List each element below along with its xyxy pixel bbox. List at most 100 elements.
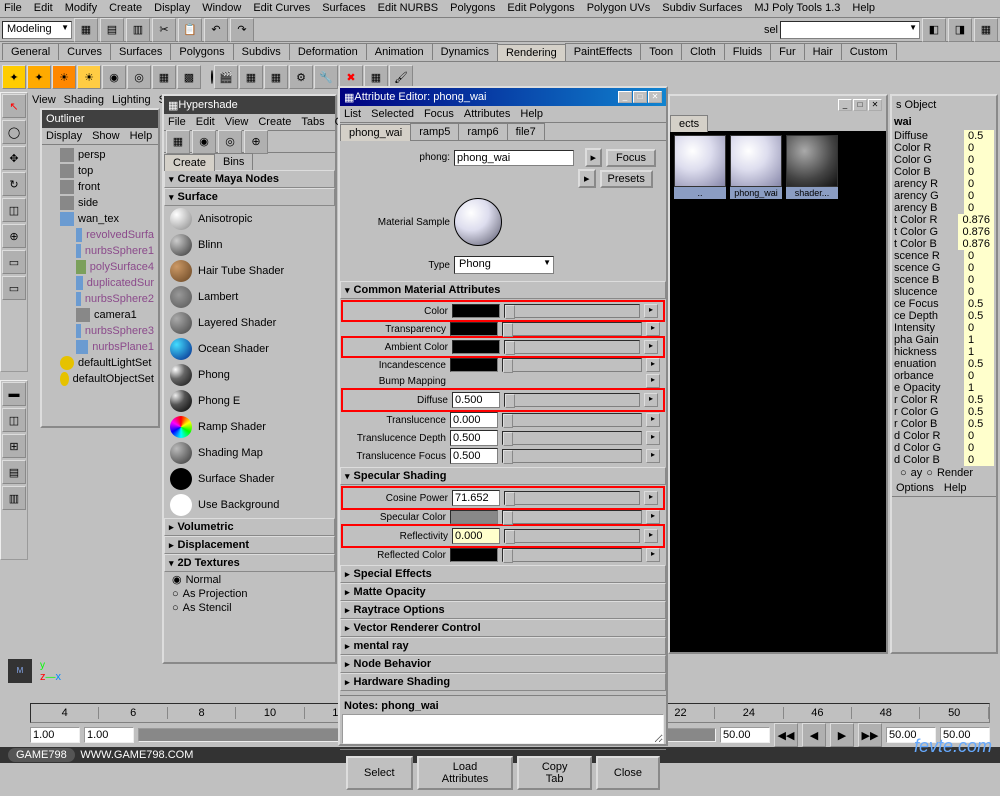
radio-stencil[interactable]: ○ As Stencil xyxy=(164,601,335,615)
map-button[interactable]: ▸ xyxy=(646,449,660,463)
channel-row[interactable]: scence G0 xyxy=(892,262,996,274)
channel-attr-value[interactable]: 0.5 xyxy=(964,358,994,370)
channel-row[interactable]: r Color B0.5 xyxy=(892,418,996,430)
channel-attr-value[interactable]: 0.876 xyxy=(958,238,994,250)
channel-attr-value[interactable]: 0 xyxy=(964,454,994,466)
channel-attr-value[interactable]: 0 xyxy=(964,286,994,298)
channel-row[interactable]: Color R0 xyxy=(892,142,996,154)
channel-row[interactable]: r Color G0.5 xyxy=(892,406,996,418)
textures2d-section[interactable]: 2D Textures xyxy=(164,554,335,572)
hs-menu[interactable]: Create xyxy=(258,116,291,128)
channel-row[interactable]: r Color R0.5 xyxy=(892,394,996,406)
light-icon[interactable]: ✦ xyxy=(27,65,51,89)
channel-row[interactable]: d Color G0 xyxy=(892,442,996,454)
maximize-icon[interactable]: □ xyxy=(853,99,867,111)
matte-section[interactable]: Matte Opacity xyxy=(340,583,666,601)
layout-icon[interactable]: ◫ xyxy=(2,408,26,432)
fx-section[interactable]: Special Effects xyxy=(340,565,666,583)
tree-item-label[interactable]: defaultObjectSet xyxy=(73,373,154,385)
ae-tab[interactable]: ramp6 xyxy=(458,123,507,140)
tree-item[interactable]: polySurface4 xyxy=(44,259,156,275)
current-frame-field[interactable] xyxy=(720,727,770,743)
minimize-icon[interactable]: _ xyxy=(838,99,852,111)
light-icon[interactable]: ☀ xyxy=(77,65,101,89)
tool-icon[interactable]: ▭ xyxy=(2,250,26,274)
start-frame-field2[interactable] xyxy=(84,727,134,743)
tree-item[interactable]: nurbsSphere1 xyxy=(44,243,156,259)
tree-item[interactable]: camera1 xyxy=(44,307,156,323)
channel-attrs[interactable]: Diffuse0.5Color R0Color G0Color B0arency… xyxy=(892,130,996,466)
vp-menu[interactable]: Shading xyxy=(64,94,104,106)
tree-item-label[interactable]: nurbsSphere3 xyxy=(85,325,154,337)
preset-nav-btn[interactable]: ▸ xyxy=(578,169,596,188)
shader-layered-shader[interactable]: Layered Shader xyxy=(164,310,335,336)
tree-item[interactable]: front xyxy=(44,179,156,195)
reflcolor-chip[interactable] xyxy=(450,548,498,562)
ae-tab[interactable]: ramp5 xyxy=(410,123,459,140)
transfocus-slider[interactable] xyxy=(502,449,642,463)
channel-row[interactable]: ce Depth0.5 xyxy=(892,310,996,322)
channel-attr-value[interactable]: 0.5 xyxy=(964,310,994,322)
mental-section[interactable]: mental ray xyxy=(340,637,666,655)
menu-mj-poly-tools-1.3[interactable]: MJ Poly Tools 1.3 xyxy=(754,2,840,15)
tree-item-label[interactable]: defaultLightSet xyxy=(78,357,151,369)
menu-surfaces[interactable]: Surfaces xyxy=(322,2,365,15)
shader-ocean-shader[interactable]: Ocean Shader xyxy=(164,336,335,362)
copy-tab-button[interactable]: Copy Tab xyxy=(517,756,591,790)
channel-attr-value[interactable]: 0.5 xyxy=(964,394,994,406)
shader-swatch[interactable] xyxy=(674,135,726,187)
toolbar-icon[interactable]: ↶ xyxy=(204,18,228,42)
shelf-tab-hair[interactable]: Hair xyxy=(804,43,842,60)
shader-shading-map[interactable]: Shading Map xyxy=(164,440,335,466)
radio-normal[interactable]: ◉ Normal xyxy=(164,572,335,587)
ae-menu[interactable]: Focus xyxy=(424,108,454,120)
shelf-tab-general[interactable]: General xyxy=(2,43,59,60)
shader-phong[interactable]: Phong xyxy=(164,362,335,388)
channel-attr-value[interactable]: 0.5 xyxy=(964,418,994,430)
toolbar-icon[interactable]: ▤ xyxy=(100,18,124,42)
channel-row[interactable]: t Color B0.876 xyxy=(892,238,996,250)
incandescence-slider[interactable] xyxy=(502,358,642,372)
tree-item[interactable]: side xyxy=(44,195,156,211)
shelf-tab-animation[interactable]: Animation xyxy=(366,43,433,60)
scale-tool-icon[interactable]: ◫ xyxy=(2,198,26,222)
channel-attr-value[interactable]: 0 xyxy=(964,190,994,202)
menu-edit-polygons[interactable]: Edit Polygons xyxy=(507,2,574,15)
channel-attr-value[interactable]: 0.5 xyxy=(964,130,994,142)
channel-row[interactable]: t Color R0.876 xyxy=(892,214,996,226)
toolbar-icon[interactable]: ▦ xyxy=(74,18,98,42)
shelf-tab-polygons[interactable]: Polygons xyxy=(170,43,233,60)
shelf-tab-subdivs[interactable]: Subdivs xyxy=(233,43,290,60)
render-icon[interactable]: ⚙ xyxy=(289,65,313,89)
channel-row[interactable]: d Color B0 xyxy=(892,454,996,466)
timeline-tick[interactable]: 4 xyxy=(31,707,99,719)
translucence-slider[interactable] xyxy=(502,413,642,427)
tree-item[interactable]: nurbsSphere3 xyxy=(44,323,156,339)
common-attrs-section[interactable]: Common Material Attributes xyxy=(340,281,666,299)
shelf-tab-cloth[interactable]: Cloth xyxy=(681,43,725,60)
channel-attr-value[interactable]: 0.876 xyxy=(958,214,994,226)
channel-row[interactable]: arency R0 xyxy=(892,178,996,190)
ambient-chip[interactable] xyxy=(452,340,500,354)
channel-row[interactable]: scence R0 xyxy=(892,250,996,262)
timeline-tick[interactable]: 46 xyxy=(784,707,852,719)
channel-row[interactable]: pha Gain1 xyxy=(892,334,996,346)
channel-row[interactable]: arency G0 xyxy=(892,190,996,202)
vp-menu[interactable]: Lighting xyxy=(112,94,151,106)
layout-icon[interactable]: ▤ xyxy=(2,460,26,484)
map-button[interactable]: ▸ xyxy=(646,413,660,427)
hs-tool-icon[interactable]: ⊕ xyxy=(244,130,268,154)
shader-hair-tube-shader[interactable]: Hair Tube Shader xyxy=(164,258,335,284)
channel-attr-value[interactable]: 0 xyxy=(964,142,994,154)
main-menubar[interactable]: FileEditModifyCreateDisplayWindowEdit Cu… xyxy=(0,0,1000,18)
channel-attr-value[interactable]: 0 xyxy=(964,274,994,286)
hs-tool-icon[interactable]: ◉ xyxy=(192,130,216,154)
hypershade-titlebar[interactable]: ▦ Hypershade xyxy=(164,96,335,114)
channel-row[interactable]: t Color G0.876 xyxy=(892,226,996,238)
mode-dropdown[interactable]: Modeling xyxy=(2,21,72,39)
ae-menu[interactable]: Attributes xyxy=(464,108,510,120)
texture-icon[interactable]: ▦ xyxy=(152,65,176,89)
cosine-slider[interactable] xyxy=(504,491,640,505)
shelf-tab-fur[interactable]: Fur xyxy=(770,43,805,60)
map-button[interactable]: ▸ xyxy=(644,393,658,407)
